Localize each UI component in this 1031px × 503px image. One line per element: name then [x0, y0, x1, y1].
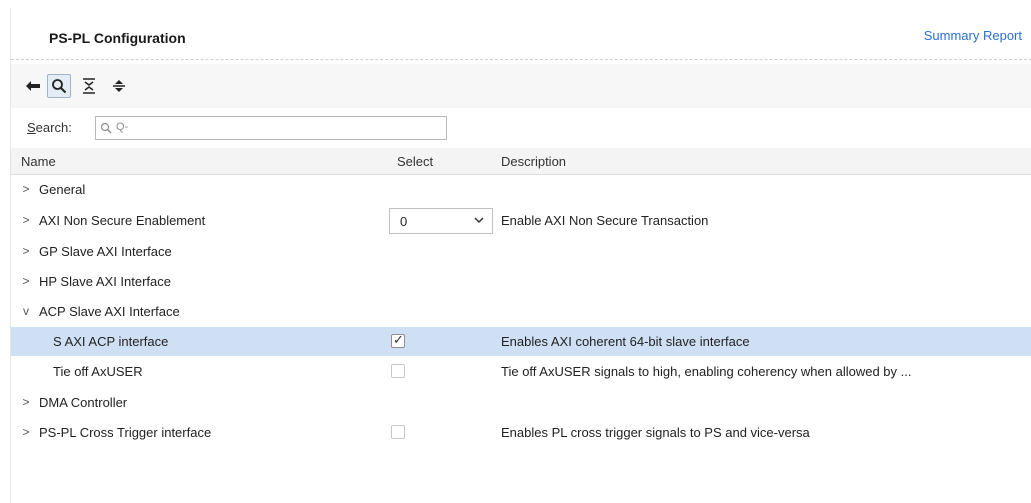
tree-row-gp-slave-axi[interactable]: > GP Slave AXI Interface — [11, 237, 1031, 266]
non-secure-select-dropdown[interactable]: 0 — [389, 208, 493, 234]
tie-off-axuser-checkbox[interactable] — [391, 364, 405, 378]
row-name: HP Slave AXI Interface — [39, 274, 171, 289]
row-name: ACP Slave AXI Interface — [39, 304, 180, 319]
tree-row-dma-controller[interactable]: > DMA Controller — [11, 388, 1031, 417]
expand-chevron-icon[interactable]: > — [21, 213, 31, 227]
chevron-down-icon — [474, 217, 484, 224]
expand-chevron-icon[interactable]: > — [21, 425, 31, 439]
collapse-all-icon — [83, 78, 95, 94]
collapse-chevron-icon[interactable]: v — [21, 304, 31, 318]
search-placeholder: Q- — [116, 121, 129, 133]
header-divider — [11, 59, 1031, 60]
expand-chevron-icon[interactable]: > — [21, 244, 31, 258]
toolbar — [11, 64, 1031, 109]
tree-row-hp-slave-axi[interactable]: > HP Slave AXI Interface — [11, 267, 1031, 296]
row-name: General — [39, 182, 86, 197]
checkmark-icon: ✓ — [393, 332, 404, 347]
summary-report-link[interactable]: Summary Report — [924, 28, 1022, 43]
tree-row-acp-slave-axi[interactable]: v ACP Slave AXI Interface — [11, 297, 1031, 326]
column-name-header[interactable]: Name — [21, 154, 56, 169]
collapse-all-button[interactable] — [77, 74, 101, 98]
search-input[interactable]: Q- — [95, 116, 447, 140]
row-name: Tie off AxUSER — [53, 364, 143, 379]
search-label: Search: — [27, 120, 72, 135]
tree-row-ps-pl-cross-trigger[interactable]: > PS-PL Cross Trigger interface Enables … — [11, 418, 1031, 447]
expand-chevron-icon[interactable]: > — [21, 395, 31, 409]
acp-interface-checkbox[interactable]: ✓ — [391, 332, 405, 348]
expand-chevron-icon[interactable]: > — [21, 274, 31, 288]
tree-row-s-axi-acp-interface[interactable]: S AXI ACP interface ✓ Enables AXI cohere… — [11, 327, 1031, 356]
search-icon — [52, 79, 67, 94]
expand-all-button[interactable] — [107, 74, 131, 98]
row-name: AXI Non Secure Enablement — [39, 213, 206, 228]
row-name: PS-PL Cross Trigger interface — [39, 425, 212, 440]
column-description-header[interactable]: Description — [501, 154, 566, 169]
expand-chevron-icon[interactable]: > — [21, 182, 31, 196]
configuration-panel: PS-PL Configuration Summary Report Searc… — [10, 8, 1031, 503]
row-description: Tie off AxUSER signals to high, enabling… — [501, 364, 912, 379]
row-name: GP Slave AXI Interface — [39, 244, 172, 259]
column-select-header[interactable]: Select — [397, 154, 433, 169]
row-description: Enable AXI Non Secure Transaction — [501, 213, 709, 228]
row-description: Enables PL cross trigger signals to PS a… — [501, 425, 810, 440]
table-header: Name Select Description — [11, 148, 1031, 175]
tree-row-general[interactable]: > General — [11, 175, 1031, 204]
page-title: PS-PL Configuration — [49, 30, 186, 46]
row-description: Enables AXI coherent 64-bit slave interf… — [501, 334, 750, 349]
row-name: DMA Controller — [39, 395, 128, 410]
search-field-icon — [100, 122, 112, 134]
expand-all-icon — [113, 80, 125, 92]
cross-trigger-checkbox[interactable] — [391, 425, 405, 439]
search-bar: Search: Q- — [11, 108, 1031, 149]
back-arrow-icon — [26, 81, 40, 91]
panel-header: PS-PL Configuration Summary Report — [11, 8, 1031, 64]
search-toggle-button[interactable] — [47, 74, 71, 98]
dropdown-value: 0 — [400, 214, 408, 229]
tree-row-tie-off-axuser[interactable]: Tie off AxUSER Tie off AxUSER signals to… — [11, 357, 1031, 386]
tree-row-axi-non-secure-enablement[interactable]: > AXI Non Secure Enablement 0 Enable AXI… — [11, 206, 1031, 235]
row-name: S AXI ACP interface — [53, 334, 169, 349]
back-button[interactable] — [21, 74, 45, 98]
